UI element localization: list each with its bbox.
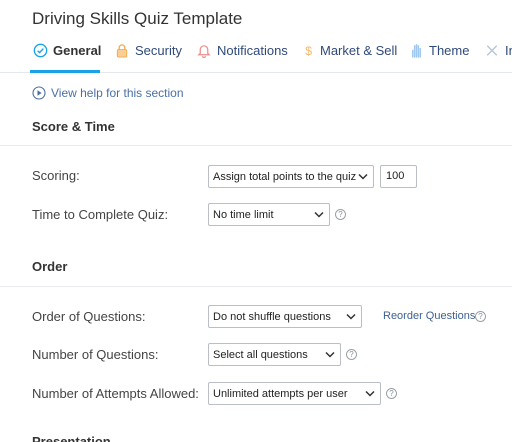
- chevron-down-icon: [312, 208, 326, 222]
- help-link-label: View help for this section: [51, 86, 184, 100]
- help-link[interactable]: View help for this section: [32, 86, 184, 100]
- chevron-down-icon: [344, 310, 358, 324]
- tab-theme[interactable]: Theme: [408, 42, 469, 58]
- number-questions-select[interactable]: Select all questions: [208, 343, 341, 366]
- settings-tabs: General Security Notifications $ Market …: [0, 40, 512, 73]
- order-questions-select[interactable]: Do not shuffle questions: [208, 305, 362, 328]
- tab-general[interactable]: General: [32, 42, 101, 58]
- check-circle-icon: [32, 42, 48, 58]
- time-limit-select[interactable]: No time limit: [208, 203, 330, 226]
- tools-icon: [484, 42, 500, 58]
- chevron-down-icon: [363, 387, 377, 401]
- attempts-select[interactable]: Unlimited attempts per user: [208, 382, 381, 405]
- help-tooltip-icon[interactable]: ?: [346, 349, 357, 360]
- tab-integrations[interactable]: In: [484, 42, 512, 58]
- tab-general-label: General: [53, 42, 102, 58]
- section-divider: [0, 286, 512, 287]
- dollar-icon: $: [303, 42, 315, 58]
- order-questions-select-value: Do not shuffle questions: [213, 310, 331, 323]
- number-questions-label: Number of Questions:: [32, 347, 159, 362]
- scoring-label: Scoring:: [32, 168, 80, 183]
- tab-market-sell-label: Market & Sell: [320, 42, 398, 58]
- svg-text:$: $: [305, 44, 312, 58]
- tab-theme-label: Theme: [429, 42, 470, 58]
- reorder-questions-link[interactable]: Reorder Questions: [383, 310, 475, 322]
- points-input[interactable]: 100: [380, 165, 417, 188]
- tab-security[interactable]: Security: [114, 42, 182, 58]
- help-tooltip-icon[interactable]: ?: [335, 209, 346, 220]
- tab-notifications-label: Notifications: [217, 42, 288, 58]
- section-title-presentation: Presentation: [32, 434, 111, 442]
- order-questions-label: Order of Questions:: [32, 309, 146, 324]
- time-limit-select-value: No time limit: [213, 208, 274, 221]
- time-label: Time to Complete Quiz:: [32, 207, 169, 222]
- attempts-label: Number of Attempts Allowed:: [32, 386, 199, 401]
- chevron-down-icon: [323, 348, 337, 362]
- page-title: Driving Skills Quiz Template: [32, 9, 243, 28]
- tab-notifications[interactable]: Notifications: [196, 42, 288, 58]
- tab-integrations-label: In: [505, 42, 512, 58]
- section-divider: [0, 145, 512, 146]
- active-tab-indicator: [30, 70, 100, 73]
- help-tooltip-icon[interactable]: ?: [386, 388, 397, 399]
- scoring-select-value: Assign total points to the quiz: [213, 170, 356, 183]
- lock-icon: [114, 42, 130, 58]
- tab-security-label: Security: [135, 42, 182, 58]
- number-questions-select-value: Select all questions: [213, 348, 308, 361]
- bell-icon: [196, 42, 212, 58]
- scoring-select[interactable]: Assign total points to the quiz: [208, 165, 374, 188]
- tab-market-sell[interactable]: $ Market & Sell: [303, 42, 397, 58]
- play-circle-icon: [32, 86, 46, 100]
- help-tooltip-icon[interactable]: ?: [475, 311, 486, 322]
- section-title-score-time: Score & Time: [32, 119, 115, 134]
- hand-icon: [408, 42, 424, 58]
- attempts-select-value: Unlimited attempts per user: [213, 387, 348, 400]
- section-title-order: Order: [32, 259, 68, 274]
- chevron-down-icon: [356, 170, 370, 184]
